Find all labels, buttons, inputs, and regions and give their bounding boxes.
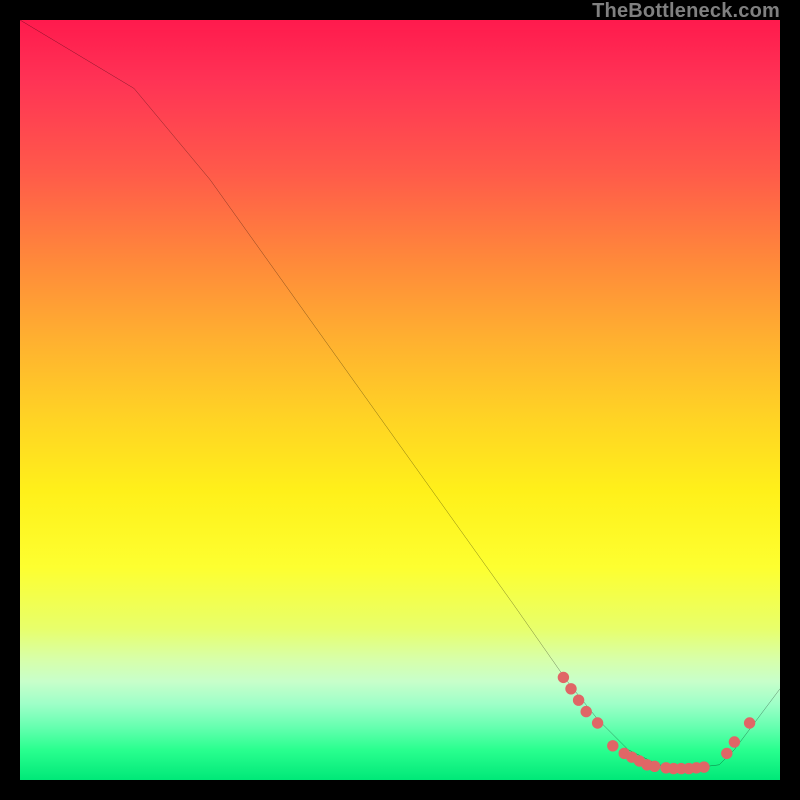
chart-marker (565, 683, 576, 694)
chart-marker (573, 695, 584, 706)
chart-marker (721, 748, 732, 759)
chart-marker (607, 740, 618, 751)
chart-marker (698, 761, 709, 772)
chart-marker (744, 717, 755, 728)
watermark-text: TheBottleneck.com (592, 0, 780, 23)
chart-marker (649, 761, 660, 772)
chart-markers (558, 672, 756, 775)
chart-marker (592, 717, 603, 728)
chart-line (20, 20, 780, 769)
chart-svg (20, 20, 780, 780)
chart-marker (558, 672, 569, 683)
chart-marker (581, 706, 592, 717)
chart-plot-area (20, 20, 780, 780)
chart-marker (729, 736, 740, 747)
